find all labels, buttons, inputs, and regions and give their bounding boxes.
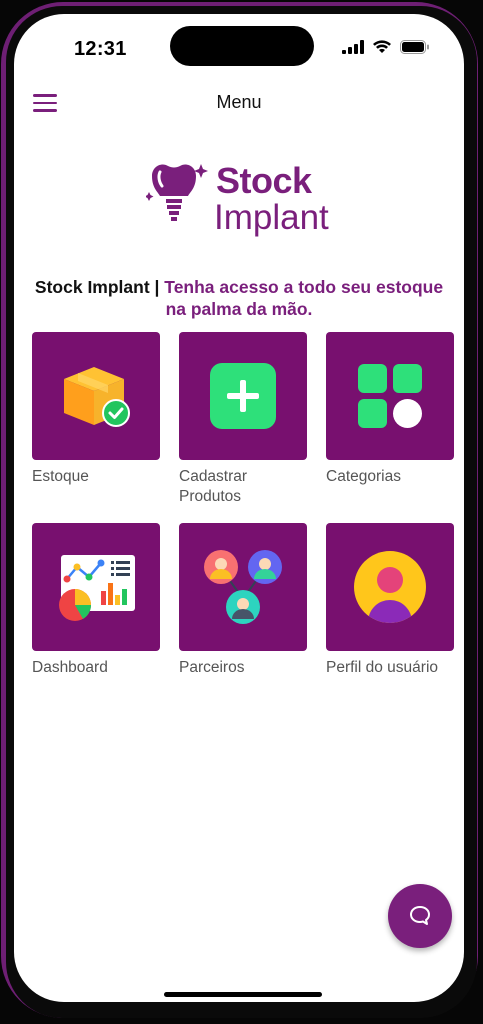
tile-dashboard-box[interactable] bbox=[32, 523, 160, 651]
tile-estoque-box[interactable] bbox=[32, 332, 160, 460]
tile-parceiros-label: Parceiros bbox=[179, 659, 245, 676]
tile-cadastrar-produtos-label: Cadastrar Produtos bbox=[179, 468, 248, 505]
cellular-signal-icon bbox=[342, 40, 364, 54]
tile-categorias[interactable]: Categorias bbox=[326, 332, 454, 487]
tile-categorias-label: Categorias bbox=[326, 468, 401, 485]
dynamic-island bbox=[170, 26, 314, 66]
tagline-message: Tenha acesso a todo seu estoque na palma… bbox=[164, 277, 444, 319]
partners-network-icon bbox=[204, 550, 282, 624]
tile-categorias-box[interactable] bbox=[326, 332, 454, 460]
tile-estoque[interactable]: Estoque bbox=[32, 332, 160, 487]
tagline: Stock Implant | Tenha acesso a todo seu … bbox=[34, 276, 444, 320]
stock-implant-logo: Stock Implant bbox=[146, 160, 346, 240]
tile-perfil-usuario-box[interactable] bbox=[326, 523, 454, 651]
tile-perfil-usuario[interactable]: Perfil do usuário bbox=[326, 523, 454, 678]
chat-fab-button[interactable] bbox=[388, 884, 452, 948]
app-screen: 12:31 Menu Stock Implant Stock Implant |… bbox=[14, 14, 464, 1002]
app-header: Menu bbox=[14, 84, 464, 128]
battery-icon bbox=[400, 40, 429, 54]
plus-square-icon bbox=[210, 363, 276, 429]
status-icons bbox=[342, 40, 430, 54]
tile-parceiros[interactable]: Parceiros bbox=[179, 523, 307, 678]
home-indicator[interactable] bbox=[164, 992, 322, 997]
tile-dashboard[interactable]: Dashboard bbox=[32, 523, 160, 678]
dashboard-chart-icon bbox=[59, 555, 135, 621]
chat-bubble-icon bbox=[410, 906, 430, 925]
logo-text-stock: Stock bbox=[216, 160, 312, 201]
tile-cadastrar-produtos-box[interactable] bbox=[179, 332, 307, 460]
categories-grid-icon bbox=[358, 364, 422, 428]
box-check-icon bbox=[64, 367, 130, 427]
user-profile-icon bbox=[354, 551, 426, 623]
status-time: 12:31 bbox=[74, 38, 127, 60]
header-title: Menu bbox=[216, 92, 262, 112]
tooth-implant-icon bbox=[146, 164, 208, 221]
tile-estoque-label: Estoque bbox=[32, 468, 89, 485]
tile-parceiros-box[interactable] bbox=[179, 523, 307, 651]
logo-text-implant: Implant bbox=[214, 198, 329, 237]
tile-cadastrar-produtos[interactable]: Cadastrar Produtos bbox=[179, 332, 307, 507]
tile-dashboard-label: Dashboard bbox=[32, 659, 108, 676]
tagline-brand: Stock Implant | bbox=[34, 277, 165, 297]
wifi-icon bbox=[373, 40, 391, 53]
tile-perfil-usuario-label: Perfil do usuário bbox=[326, 659, 439, 676]
